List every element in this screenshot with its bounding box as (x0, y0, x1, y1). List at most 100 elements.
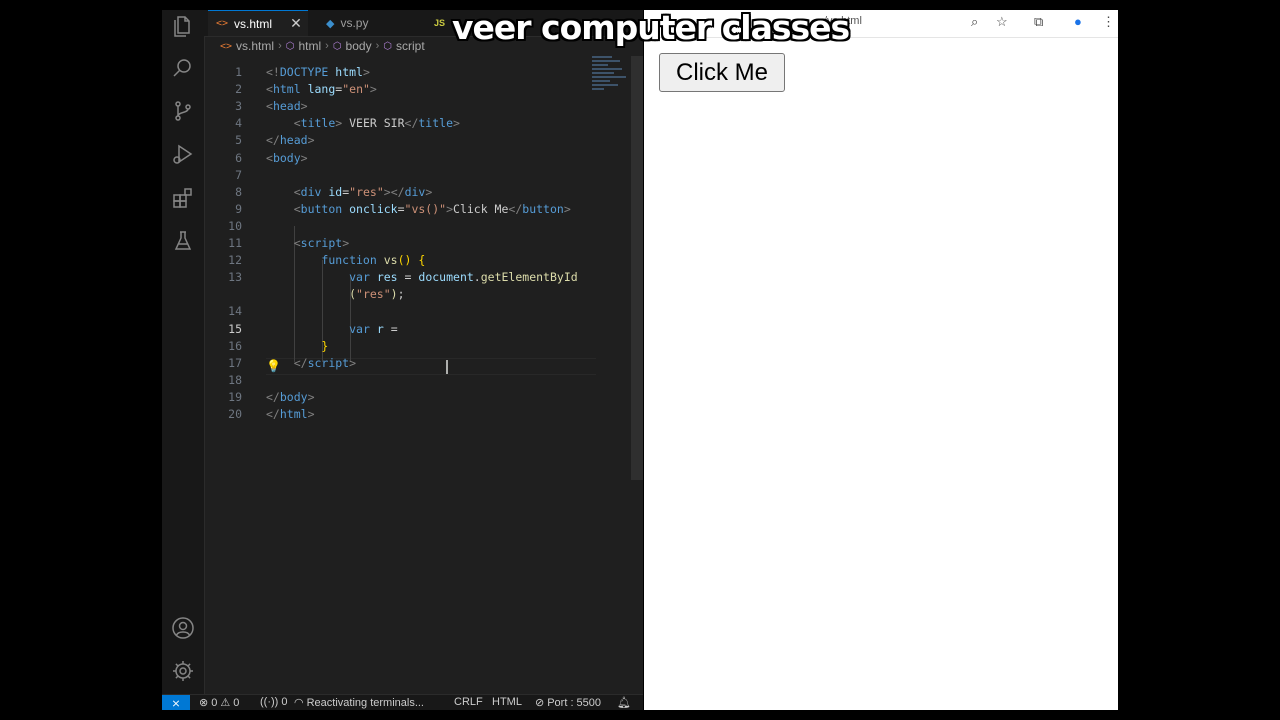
line-number: 6 (235, 150, 242, 165)
code-editor[interactable]: 1 <!DOCTYPE html> 2 <html lang="en"> 3 <head>… (204, 56, 631, 694)
click-me-button[interactable]: Click Me (659, 53, 785, 92)
code-line[interactable]: 16 } (204, 338, 631, 355)
problems-indicator[interactable]: ⊗ 0 ⚠ 0 (199, 696, 240, 710)
code-line[interactable]: 13 var res = document.getElementById (204, 269, 631, 286)
line-number: 14 (228, 304, 242, 319)
breadcrumb-file[interactable]: vs.html (236, 39, 274, 53)
code-text: <html lang="en"> (266, 82, 377, 97)
line-number: 20 (228, 407, 242, 421)
extensions-icon[interactable] (170, 185, 196, 211)
code-line[interactable]: 3 <head> (204, 98, 631, 115)
code-text: </body> (266, 389, 315, 404)
line-number: 11 (228, 236, 242, 250)
code-line[interactable]: 1 <!DOCTYPE html> (204, 64, 631, 81)
code-line[interactable]: 15 var r = (204, 321, 631, 338)
code-text: function vs() { (321, 253, 426, 268)
html-file-icon: <> (220, 40, 233, 52)
code-text: var r = (349, 321, 398, 336)
eol-indicator[interactable]: CRLF (454, 696, 483, 708)
line-number: 4 (235, 116, 242, 131)
code-text: <title> VEER SIR</title> (293, 116, 460, 131)
testing-icon[interactable] (170, 228, 196, 254)
chevron-right-icon: › (375, 40, 380, 52)
error-icon: ⊗ (199, 697, 209, 709)
line-number: 9 (235, 201, 242, 216)
code-line[interactable]: 5 </head> (204, 132, 631, 149)
line-number: 19 (228, 389, 242, 404)
source-control-icon[interactable] (170, 98, 196, 124)
code-line[interactable]: 20 </html> (204, 406, 631, 423)
chevron-right-icon: › (278, 40, 282, 52)
editor-scrollbar[interactable] (631, 56, 643, 480)
code-text: <div id="res"></div> (293, 184, 433, 199)
tab-vs-html[interactable]: <> vs.html ✕ (208, 10, 308, 36)
code-line[interactable]: 8 <div id="res"></div> (204, 184, 631, 201)
code-text: var res = document.getElementById (349, 270, 578, 285)
live-server-port[interactable]: ⊘ Port : 5500 (535, 696, 602, 710)
line-number: 12 (228, 253, 242, 268)
line-number: 5 (235, 133, 242, 148)
code-text: <!DOCTYPE html> (266, 65, 370, 79)
language-mode[interactable]: HTML (492, 696, 522, 708)
lightbulb-icon[interactable]: 💡 (266, 359, 281, 373)
code-line[interactable]: 9 <button onclick="vs()">Click Me</butto… (204, 201, 631, 218)
js-file-icon: JS (434, 18, 446, 28)
run-debug-icon[interactable] (170, 141, 196, 167)
zoom-icon[interactable]: ⌕ (971, 14, 978, 30)
code-text: <body> (266, 150, 308, 165)
vscode-window: <> vs.html ✕ ◆ vs.py JS <> vs.html › ⬡ h… (162, 10, 643, 710)
line-number: 7 (235, 167, 242, 182)
code-text: </head> (266, 133, 315, 148)
extensions-puzzle-icon[interactable]: ⧉ (1034, 14, 1043, 30)
code-line[interactable]: 6 <body> (204, 150, 631, 167)
tab-label: vs.html (234, 16, 273, 31)
html-file-icon: <> (216, 18, 229, 29)
element-icon: ⬡ (332, 40, 342, 52)
line-number: 3 (235, 99, 242, 114)
code-line[interactable]: ("res"); (204, 286, 631, 303)
warning-icon: ⚠ (220, 697, 231, 709)
loading-spinner-icon: ◠ (294, 697, 304, 709)
code-line[interactable]: 2 <html lang="en"> (204, 81, 631, 98)
line-number: 15 (228, 321, 242, 336)
remote-icon[interactable]: ⨯ (162, 695, 190, 710)
line-number: 18 (228, 372, 242, 387)
code-text: <button onclick="vs()">Click Me</button> (293, 201, 571, 216)
code-line[interactable]: 18 (204, 372, 631, 389)
element-icon: ⬡ (285, 40, 295, 52)
search-icon[interactable] (170, 55, 196, 81)
menu-kebab-icon[interactable]: ⋮ (1102, 14, 1115, 30)
tab-vs-py[interactable]: ◆ vs.py (318, 10, 408, 36)
status-message-text: Reactivating terminals... (306, 696, 424, 709)
code-line[interactable]: 12 function vs() { (204, 252, 631, 269)
breadcrumb-script[interactable]: script (396, 39, 425, 53)
account-icon[interactable] (170, 615, 196, 641)
code-line[interactable]: 11 <script> (204, 235, 631, 252)
explorer-icon[interactable] (170, 13, 196, 39)
breadcrumb-body[interactable]: body (346, 39, 372, 53)
element-icon: ⬡ (383, 40, 392, 52)
antenna-icon: ((·)) (260, 696, 279, 708)
code-line[interactable]: 19 </body> (204, 389, 631, 406)
code-line[interactable]: 4 <title> VEER SIR</title> (204, 115, 631, 132)
browser-window: /vs.html ⌕ ☆ ⧉ ● ⋮ Click Me (644, 10, 1118, 710)
line-number: 17 (228, 355, 242, 370)
code-line[interactable]: 14 (204, 303, 631, 320)
bookmark-star-icon[interactable]: ☆ (996, 14, 1008, 30)
warning-count: 0 (233, 696, 240, 709)
profile-icon[interactable]: ● (1074, 14, 1082, 29)
port-label: Port : 5500 (547, 696, 602, 709)
code-line[interactable]: 7 (204, 167, 631, 184)
text-cursor (446, 360, 448, 374)
error-count: 0 (211, 696, 218, 709)
notifications-bell-icon[interactable]: 🔔︎ (617, 696, 631, 709)
close-icon[interactable]: ✕ (290, 15, 302, 32)
breadcrumb-html[interactable]: html (298, 39, 321, 53)
settings-gear-icon[interactable] (170, 658, 196, 684)
line-number: 13 (228, 270, 242, 285)
no-entry-icon: ⊘ (535, 697, 545, 709)
code-line[interactable]: 10 (204, 218, 631, 235)
minimap[interactable] (592, 56, 628, 96)
ports-indicator[interactable]: ((·)) 0 (260, 696, 287, 708)
watermark-text: veer computer classes (452, 8, 850, 47)
